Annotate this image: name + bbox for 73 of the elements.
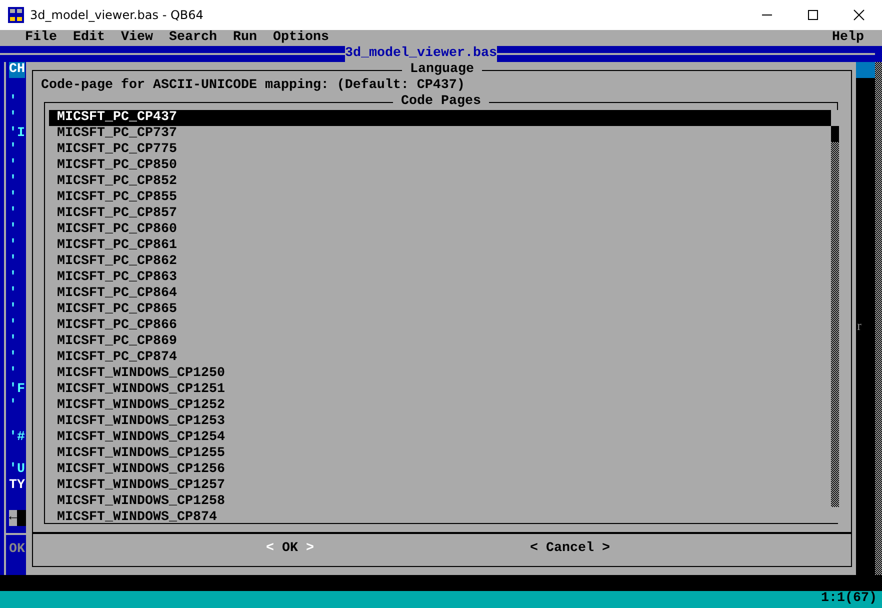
code-fragment: ' bbox=[9, 286, 18, 302]
code-fragment: ' bbox=[9, 94, 18, 110]
code-fragment: ' bbox=[9, 254, 18, 270]
code-fragment: r bbox=[856, 318, 862, 334]
menu-item[interactable]: Search bbox=[169, 30, 217, 46]
code-fragment: ' bbox=[9, 158, 18, 174]
list-item[interactable]: MICSFT_PC_CP775 bbox=[49, 142, 831, 158]
cursor-position: 1:1(67) bbox=[821, 591, 877, 608]
list-title: Code Pages bbox=[393, 94, 489, 110]
code-fragment: ' bbox=[9, 174, 18, 190]
code-fragment: ' bbox=[9, 334, 18, 350]
code-fragment: 'F bbox=[9, 382, 26, 398]
menu-item[interactable]: Run bbox=[233, 30, 257, 46]
list-item[interactable]: MICSFT_PC_CP855 bbox=[49, 190, 831, 206]
code-fragment: ' bbox=[9, 366, 18, 382]
list-item[interactable]: MICSFT_WINDOWS_CP1256 bbox=[49, 462, 831, 478]
list-item[interactable]: MICSFT_WINDOWS_CP874 bbox=[49, 510, 831, 526]
list-item[interactable]: MICSFT_PC_CP874 bbox=[49, 350, 831, 366]
list-item[interactable]: MICSFT_PC_CP437 bbox=[49, 110, 831, 126]
list-item[interactable]: MICSFT_PC_CP737 bbox=[49, 126, 831, 142]
code-fragment: ' bbox=[9, 350, 18, 366]
list-item[interactable]: MICSFT_PC_CP864 bbox=[49, 286, 831, 302]
code-fragment: ' bbox=[9, 206, 18, 222]
code-fragment: ' bbox=[9, 190, 18, 206]
menu-item[interactable]: Options bbox=[273, 30, 329, 46]
dialog-button[interactable]: < Cancel > bbox=[530, 540, 610, 556]
code-fragment: ' bbox=[9, 142, 18, 158]
code-fragment: 'I bbox=[9, 126, 26, 142]
code-fragment: ' bbox=[9, 302, 18, 318]
editor-title: 3d_model_viewer.bas bbox=[345, 46, 497, 62]
list-item[interactable]: MICSFT_PC_CP850 bbox=[49, 158, 831, 174]
code-fragment: OK bbox=[9, 542, 26, 558]
list-item[interactable]: MICSFT_WINDOWS_CP1253 bbox=[49, 414, 831, 430]
list-item[interactable]: MICSFT_WINDOWS_CP1250 bbox=[49, 366, 831, 382]
dialog-button[interactable]: < OK > bbox=[266, 540, 314, 556]
code-fragment: CH bbox=[9, 62, 25, 78]
close-icon bbox=[853, 9, 865, 21]
code-fragment: ' bbox=[9, 318, 18, 334]
list-item[interactable]: MICSFT_PC_CP860 bbox=[49, 222, 831, 238]
list-item[interactable]: MICSFT_PC_CP862 bbox=[49, 254, 831, 270]
code-fragment: '# bbox=[9, 430, 26, 446]
list-item[interactable]: MICSFT_WINDOWS_CP1254 bbox=[49, 430, 831, 446]
code-fragment: ' bbox=[9, 270, 18, 286]
list-item[interactable]: MICSFT_WINDOWS_CP1255 bbox=[49, 446, 831, 462]
menu-item[interactable]: File bbox=[25, 30, 57, 46]
list-item[interactable]: MICSFT_PC_CP857 bbox=[49, 206, 831, 222]
code-fragment: ' bbox=[9, 398, 18, 414]
list-item[interactable]: MICSFT_PC_CP863 bbox=[49, 270, 831, 286]
list-item[interactable]: MICSFT_WINDOWS_CP1251 bbox=[49, 382, 831, 398]
prompt-text: Code-page for ASCII-UNICODE mapping: (Default: CP437) bbox=[41, 78, 466, 94]
list-item[interactable]: MICSFT_WINDOWS_CP1252 bbox=[49, 398, 831, 414]
maximize-icon bbox=[807, 9, 819, 21]
code-fragment: ' bbox=[9, 238, 18, 254]
dialog-title: Language bbox=[402, 62, 482, 78]
code-fragment: TY bbox=[9, 478, 26, 494]
menu-item[interactable]: Edit bbox=[73, 30, 105, 46]
list-item[interactable]: MICSFT_PC_CP869 bbox=[49, 334, 831, 350]
list-item[interactable]: MICSFT_WINDOWS_CP1257 bbox=[49, 478, 831, 494]
code-fragment: ' bbox=[9, 222, 18, 238]
scroll-thumb[interactable] bbox=[856, 62, 875, 78]
list-item[interactable]: MICSFT_PC_CP852 bbox=[49, 174, 831, 190]
menu-item[interactable]: Help bbox=[832, 30, 864, 46]
list-item[interactable]: MICSFT_WINDOWS_CP1258 bbox=[49, 494, 831, 510]
app-icon bbox=[8, 7, 24, 23]
code-fragment: ' bbox=[9, 110, 18, 126]
list-item[interactable]: MICSFT_PC_CP865 bbox=[49, 302, 831, 318]
scroll-thumb[interactable] bbox=[831, 126, 839, 142]
menu-item[interactable]: View bbox=[121, 30, 153, 46]
scrollbar[interactable] bbox=[875, 62, 882, 575]
window-title: 3d_model_viewer.bas - QB64 bbox=[30, 7, 204, 23]
list-item[interactable]: MICSFT_PC_CP866 bbox=[49, 318, 831, 334]
list-item[interactable]: MICSFT_PC_CP861 bbox=[49, 238, 831, 254]
code-fragment: 'U bbox=[9, 462, 26, 478]
